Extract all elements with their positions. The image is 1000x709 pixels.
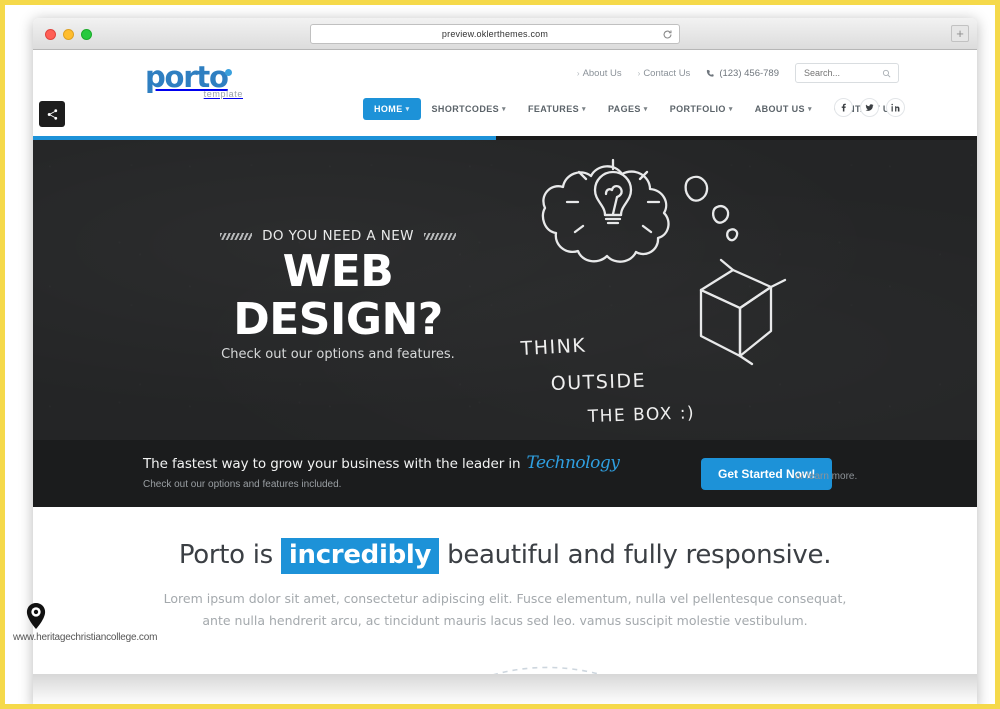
site-header: porto template › About Us › Contact Us (… (33, 50, 977, 136)
chalk-rule-right-icon (423, 232, 456, 240)
screenshot-root: preview.oklerthemes.com + porto template (0, 0, 1000, 709)
chalk-text: THINK OUTSIDE THE BOX :) (519, 335, 695, 427)
chevron-down-icon: ▾ (728, 106, 733, 113)
hero-eyebrow-label: DO YOU NEED A NEW (262, 228, 414, 244)
hero-title: WEB DESIGN? (233, 246, 443, 345)
browser-window: preview.oklerthemes.com + porto template (33, 18, 977, 704)
thought-dot-small-icon (726, 228, 739, 242)
hero-eyebrow: DO YOU NEED A NEW (173, 228, 503, 244)
lightbulb-rays-icon (565, 158, 661, 234)
caret-icon: › (576, 68, 580, 78)
utility-bar: › About Us › Contact Us (123) 456-789 (577, 63, 899, 83)
watermark-url: www.heritagechristiancollege.com (13, 632, 158, 643)
nav-item-label: HOME (374, 104, 403, 114)
share-icon[interactable] (39, 101, 65, 127)
phone-number: (123) 456-789 (706, 68, 779, 79)
phone-number-label: (123) 456-789 (719, 67, 779, 79)
phone-icon (707, 69, 714, 77)
section-heading: Porto is incredibly beautiful and fully … (33, 538, 977, 574)
chalk-line-think: THINK (519, 335, 587, 360)
main-navigation: HOME ▾ SHORTCODES ▾ FEATURES ▾ PAGES ▾ P… (363, 98, 914, 120)
twitter-icon[interactable] (860, 98, 879, 117)
lightbulb-filament-icon (604, 184, 623, 216)
linkedin-icon[interactable] (886, 98, 905, 117)
address-bar-url: preview.oklerthemes.com (441, 29, 549, 39)
utility-link-contact-us[interactable]: › Contact Us (638, 68, 691, 79)
address-bar[interactable]: preview.oklerthemes.com (310, 24, 680, 44)
chalk-illustration: THINK OUTSIDE THE BOX :) (519, 158, 787, 427)
nav-item-label: PAGES (607, 104, 641, 114)
nav-item-label: SHORTCODES (431, 104, 500, 114)
utility-link-about-us[interactable]: › About Us (577, 68, 622, 79)
section-heading-before: Porto is (178, 540, 273, 570)
logo-dot-icon (224, 69, 232, 77)
open-box-icon (699, 258, 787, 366)
nav-item-label: ABOUT US (754, 104, 805, 114)
section-heading-after: beautiful and fully responsive. (447, 540, 832, 570)
chevron-down-icon: ▾ (643, 106, 648, 113)
cta-headline: The fastest way to grow your business wi… (143, 453, 620, 473)
chevron-down-icon: ▾ (807, 106, 812, 113)
search-box[interactable] (795, 63, 899, 83)
search-icon[interactable] (882, 69, 891, 78)
learn-more-text: or learn more. (795, 471, 858, 482)
new-tab-button[interactable]: + (951, 25, 969, 42)
window-minimize-button[interactable] (63, 29, 74, 40)
cta-strip: The fastest way to grow your business wi… (33, 440, 977, 507)
chevron-down-icon: ▾ (405, 106, 410, 113)
facebook-icon[interactable] (834, 98, 853, 117)
chalk-rule-left-icon (220, 232, 253, 240)
window-zoom-button[interactable] (81, 29, 92, 40)
nav-item-label: PORTFOLIO (669, 104, 726, 114)
thought-dot-medium-icon (711, 204, 730, 224)
window-close-button[interactable] (45, 29, 56, 40)
lightbulb-base-icon (603, 213, 623, 225)
browser-titlebar: preview.oklerthemes.com + (33, 18, 977, 50)
caret-icon: › (637, 68, 641, 78)
hero-subtitle: Check out our options and features. (221, 347, 455, 362)
cta-headline-prefix: The fastest way to grow your business wi… (143, 456, 521, 472)
social-icons (834, 98, 905, 117)
chevron-down-icon: ▾ (582, 106, 586, 113)
cta-text: The fastest way to grow your business wi… (143, 453, 620, 490)
reload-icon[interactable] (662, 29, 673, 40)
thought-dot-large-icon (684, 175, 709, 202)
nav-item-label: FEATURES (527, 104, 580, 114)
logo[interactable]: porto template (145, 62, 245, 99)
cta-headline-accent: Technology (526, 453, 620, 473)
nav-item-about-us[interactable]: ABOUT US ▾ (744, 98, 823, 120)
utility-link-label: Contact Us (643, 67, 691, 79)
nav-item-portfolio[interactable]: PORTFOLIO ▾ (659, 98, 744, 120)
hero-chalkboard: DO YOU NEED A NEW WEB DESIGN? Check out … (33, 140, 977, 440)
section-heading-highlight: incredibly (280, 538, 440, 574)
nav-item-pages[interactable]: PAGES ▾ (597, 98, 659, 120)
chalk-line-outside: OUTSIDE (550, 370, 646, 395)
map-pin-icon (26, 603, 46, 629)
hero-copy: DO YOU NEED A NEW WEB DESIGN? Check out … (173, 228, 503, 362)
nav-item-shortcodes[interactable]: SHORTCODES ▾ (421, 98, 517, 120)
utility-link-label: About Us (582, 67, 622, 79)
cta-subline: Check out our options and features inclu… (143, 479, 342, 490)
share-nodes-icon (47, 108, 57, 120)
page-bottom-fade (33, 674, 977, 704)
logo-wordmark: porto (145, 62, 245, 92)
chalk-line-the-box: THE BOX :) (586, 403, 695, 427)
site-viewport: porto template › About Us › Contact Us (… (33, 50, 977, 704)
lightbulb-icon (593, 170, 633, 217)
chevron-down-icon: ▾ (502, 106, 506, 113)
nav-item-home[interactable]: HOME ▾ (363, 98, 421, 120)
nav-item-features[interactable]: FEATURES ▾ (517, 98, 597, 120)
search-input[interactable] (796, 68, 876, 78)
